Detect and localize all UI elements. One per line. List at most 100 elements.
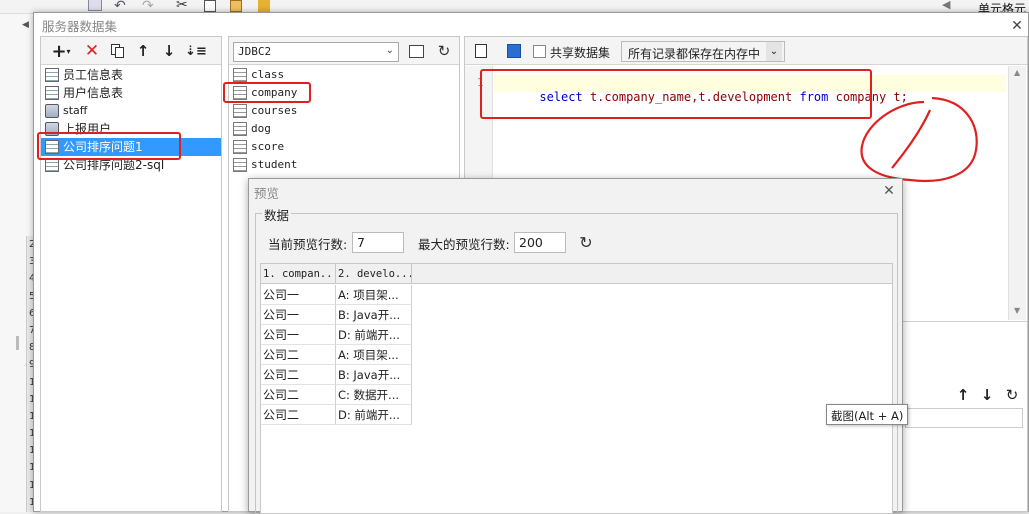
- param-move-up-icon[interactable]: ↑: [955, 386, 971, 404]
- left-toolbar: + ▾ ✕ ↑ ↓ ⇣≡: [41, 37, 221, 65]
- sql-fields: t.company_name,t.development: [582, 90, 800, 104]
- delete-icon[interactable]: ✕: [83, 41, 101, 61]
- table-row[interactable]: 公司一 A: 项目架...: [261, 285, 412, 305]
- development-cell[interactable]: C: 数据开...: [336, 385, 412, 405]
- table-row[interactable]: 公司二 D: 前端开...: [261, 405, 412, 425]
- chevron-down-icon[interactable]: ⌄: [766, 42, 782, 61]
- development-cell[interactable]: D: 前端开...: [336, 405, 412, 425]
- move-up-icon[interactable]: ↑: [135, 42, 151, 60]
- table-icon: [233, 86, 247, 100]
- development-cell[interactable]: B: Java开...: [336, 365, 412, 385]
- sql-toolbar: 共享数据集 所有记录都保存在内存中 ⌄: [465, 37, 1027, 65]
- refresh-icon[interactable]: ↻: [435, 41, 453, 61]
- connection-toolbar: JDBC2 ⌄ ↻: [229, 37, 459, 65]
- chevron-down-icon[interactable]: ⌄: [386, 45, 394, 56]
- sql-code-line: select t.company_name,t.development from…: [496, 76, 908, 118]
- line-number: 1: [477, 76, 484, 89]
- table-icon: [233, 104, 247, 118]
- sort-icon[interactable]: ⇣≡: [185, 42, 207, 60]
- dialog-close-icon[interactable]: ✕: [1008, 17, 1026, 35]
- dataset-item-label: 员工信息表: [63, 68, 124, 82]
- add-dataset-icon[interactable]: + ▾: [49, 41, 73, 62]
- save-icon[interactable]: [88, 0, 102, 11]
- copy-dataset-icon[interactable]: [111, 44, 125, 58]
- data-group-label: 数据: [262, 205, 292, 224]
- development-cell[interactable]: D: 前端开...: [336, 325, 412, 345]
- company-name-cell[interactable]: 公司二: [261, 385, 336, 405]
- db-table-item[interactable]: class: [229, 66, 459, 84]
- save-param-icon[interactable]: [507, 44, 521, 58]
- dataset-item[interactable]: 员工信息表: [41, 66, 221, 84]
- company-name-cell[interactable]: 公司一: [261, 305, 336, 325]
- dataset-item[interactable]: 上报用户: [41, 120, 221, 138]
- param-move-down-icon[interactable]: ↓: [979, 386, 995, 404]
- param-refresh-icon[interactable]: ↻: [1003, 386, 1021, 404]
- sql-keyword-from: from: [799, 90, 829, 104]
- column-header-2[interactable]: 2. develo...: [336, 264, 412, 284]
- paste-icon[interactable]: [230, 0, 242, 12]
- max-rows-label: 最大的预览行数:: [418, 237, 510, 252]
- db-table-item[interactable]: score: [229, 138, 459, 156]
- development-cell[interactable]: A: 项目架...: [336, 285, 412, 305]
- scroll-down-arrow[interactable]: ▼: [1014, 306, 1020, 315]
- company-name-cell[interactable]: 公司二: [261, 365, 336, 385]
- dataset-item[interactable]: 公司排序问题1: [41, 138, 221, 156]
- table-row[interactable]: 公司二 C: 数据开...: [261, 385, 412, 405]
- preview-icon[interactable]: [475, 44, 487, 58]
- connection-select[interactable]: JDBC2 ⌄: [233, 42, 399, 62]
- table-list: class company courses dog score student: [229, 66, 459, 174]
- db-table-item[interactable]: dog: [229, 120, 459, 138]
- db-table-label: score: [251, 140, 285, 153]
- table-row[interactable]: 公司二 A: 项目架...: [261, 345, 412, 365]
- table-row[interactable]: 公司二 B: Java开...: [261, 365, 412, 385]
- company-name-cell[interactable]: 公司二: [261, 345, 336, 365]
- dataset-item-label: 上报用户: [63, 122, 112, 136]
- db-table-label: class: [251, 68, 285, 81]
- preview-title: 预览: [254, 186, 280, 201]
- dataset-db-icon: [45, 122, 59, 136]
- column-header-1[interactable]: 1. compan...: [261, 264, 336, 284]
- share-checkbox[interactable]: [533, 45, 546, 58]
- collapse-arrow-icon[interactable]: ◀: [942, 0, 950, 11]
- memory-mode-value: 所有记录都保存在内存中: [628, 47, 761, 61]
- db-table-label: student: [251, 158, 298, 171]
- grid-body: 公司一 A: 项目架... 公司一 B: Java开... 公司一 D: 前端开... 公司…: [261, 285, 412, 425]
- scroll-up-arrow[interactable]: ▲: [1014, 68, 1020, 77]
- db-table-item[interactable]: student: [229, 156, 459, 174]
- connection-value: JDBC2: [238, 45, 272, 58]
- dataset-item[interactable]: 用户信息表: [41, 84, 221, 102]
- company-name-cell[interactable]: 公司一: [261, 285, 336, 305]
- dataset-item-label: staff: [63, 104, 88, 117]
- move-down-icon[interactable]: ↓: [161, 42, 177, 60]
- preview-close-icon[interactable]: ✕: [880, 182, 898, 200]
- edit-connection-icon[interactable]: [409, 45, 424, 58]
- current-rows-value: 7: [357, 235, 365, 250]
- preview-refresh-icon[interactable]: ↻: [576, 232, 596, 253]
- copy-icon[interactable]: [204, 0, 216, 12]
- db-table-item[interactable]: company: [229, 84, 459, 102]
- development-cell[interactable]: B: Java开...: [336, 305, 412, 325]
- dataset-doc-icon: [45, 86, 59, 100]
- current-rows-input[interactable]: 7: [352, 232, 404, 253]
- company-name-cell[interactable]: 公司二: [261, 405, 336, 425]
- dataset-item[interactable]: 公司排序问题2-sql: [41, 156, 221, 174]
- side-scroll-handle[interactable]: [16, 336, 19, 350]
- data-group: 数据 当前预览行数: 7 最大的预览行数: 200 ↻ 1. compan...…: [255, 205, 898, 514]
- development-cell[interactable]: A: 项目架...: [336, 345, 412, 365]
- left-arrow-icon[interactable]: ◀: [22, 20, 29, 30]
- format-painter-icon[interactable]: [258, 0, 270, 12]
- param-table-header: [905, 408, 1023, 428]
- table-row[interactable]: 公司一 B: Java开...: [261, 305, 412, 325]
- dataset-item[interactable]: staff: [41, 102, 221, 120]
- dataset-doc-icon: [45, 140, 59, 154]
- table-row[interactable]: 公司一 D: 前端开...: [261, 325, 412, 345]
- company-name-cell[interactable]: 公司一: [261, 325, 336, 345]
- table-icon: [233, 158, 247, 172]
- db-table-label: dog: [251, 122, 271, 135]
- db-table-label: company: [251, 86, 298, 99]
- left-panel: + ▾ ✕ ↑ ↓ ⇣≡ 员工信息表用户信息表 staff 上报用户公司排序问题1 公司…: [40, 36, 222, 512]
- memory-mode-select[interactable]: 所有记录都保存在内存中 ⌄: [621, 41, 785, 62]
- max-rows-input[interactable]: 200: [514, 232, 566, 253]
- db-table-item[interactable]: courses: [229, 102, 459, 120]
- sql-scrollbar[interactable]: ▲ ▼: [1008, 66, 1026, 320]
